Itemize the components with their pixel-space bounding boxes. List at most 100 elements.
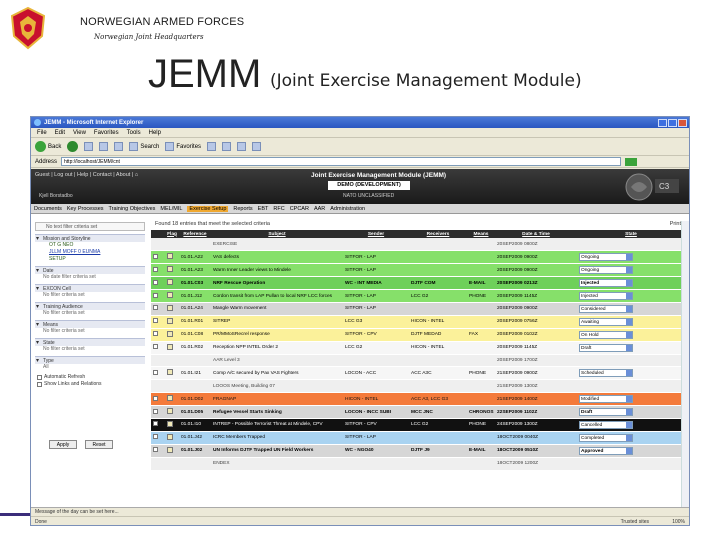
col-reference[interactable]: Reference bbox=[179, 230, 211, 238]
document-icon[interactable] bbox=[167, 330, 173, 337]
table-row[interactable]: 01.01.C03 NRF Rescue Operation WC - INT ME… bbox=[151, 276, 685, 291]
table-row[interactable]: AAR Level 3 20SEP2009 1700Z bbox=[151, 354, 685, 368]
document-icon[interactable] bbox=[167, 266, 173, 273]
header-nav-links[interactable]: Guest | Log out | Help | Contact | About… bbox=[35, 172, 138, 178]
table-row[interactable]: 01.01.I21 Comp A/C secured by Pax VAS Fig… bbox=[151, 366, 685, 381]
print-icon[interactable] bbox=[237, 142, 247, 151]
document-icon[interactable] bbox=[167, 343, 173, 350]
state-dropdown[interactable]: Scheduled bbox=[579, 369, 633, 378]
filter-type-header[interactable]: Type bbox=[35, 356, 145, 365]
home-icon[interactable] bbox=[114, 142, 124, 151]
tab-reports[interactable]: Reports bbox=[233, 206, 252, 212]
mail-icon[interactable] bbox=[222, 142, 232, 151]
table-row[interactable]: EXERCISE 20SEP2009 0800Z bbox=[151, 238, 685, 252]
row-checkbox-box[interactable] bbox=[153, 434, 158, 440]
table-row[interactable]: 01.01.D05 Refugee Vessel Starts Sinking LO… bbox=[151, 405, 685, 419]
auto-refresh-checkbox[interactable]: Automatic Refresh bbox=[35, 374, 145, 381]
state-dropdown[interactable]: Completed bbox=[579, 433, 633, 442]
address-input[interactable]: http://localhost/JEMM/cnt bbox=[61, 157, 622, 166]
document-icon[interactable] bbox=[167, 304, 173, 311]
folder-icon[interactable] bbox=[252, 142, 262, 151]
tree-item[interactable]: OT G NEO bbox=[35, 242, 145, 249]
show-links-checkbox[interactable]: Show Links and Relations bbox=[35, 381, 145, 388]
tree-item-selected[interactable]: JLLM MOFF 0 EUNMA bbox=[35, 249, 145, 256]
vertical-scrollbar[interactable] bbox=[681, 221, 689, 525]
go-button[interactable] bbox=[625, 157, 638, 166]
mission-storyline-header[interactable]: Mission and Storyline bbox=[35, 234, 145, 243]
tab-exercise-setup[interactable]: Exercise Setup bbox=[187, 205, 229, 212]
row-checkbox-box[interactable] bbox=[153, 344, 158, 350]
state-dropdown[interactable]: Ongoing bbox=[579, 253, 633, 262]
row-checkbox-box[interactable] bbox=[153, 292, 158, 298]
tab-mel-mil[interactable]: MEL/MIL bbox=[160, 206, 182, 212]
search-button[interactable]: Search bbox=[129, 142, 159, 151]
document-icon[interactable] bbox=[167, 408, 173, 415]
stop-icon[interactable] bbox=[84, 142, 94, 151]
table-row[interactable]: 01.01.J02 UN Informs DJTF Trapped UN Fiel… bbox=[151, 444, 685, 458]
col-subject[interactable]: Subject bbox=[211, 230, 343, 238]
minimize-button[interactable] bbox=[658, 118, 667, 127]
filter-date-header[interactable]: Date bbox=[35, 266, 145, 275]
table-row[interactable]: 01.01.J42 ICRC Members Trapped SITFOR - LA… bbox=[151, 431, 685, 445]
table-row[interactable]: 01.01.R02 Reception NPP INTEL Order 2 LCC … bbox=[151, 341, 685, 355]
row-checkbox-box[interactable] bbox=[153, 369, 158, 375]
table-row[interactable]: 01.01.A22 VAS defects SITFOR - LAP 20SEP200… bbox=[151, 250, 685, 265]
menu-edit[interactable]: Edit bbox=[55, 130, 65, 136]
tab-cpcar[interactable]: CPCAR bbox=[290, 206, 309, 212]
table-row[interactable]: 01.01.J12 Cordon transit from LAP Pullan … bbox=[151, 289, 685, 303]
table-row[interactable]: 01.01.C08 PR/MMoSRecrel response SITFOR - … bbox=[151, 328, 685, 342]
col-date-time[interactable]: Date & Time bbox=[495, 230, 577, 238]
document-icon[interactable] bbox=[167, 433, 173, 440]
filter-means-header[interactable]: Means bbox=[35, 320, 145, 329]
row-checkbox-box[interactable] bbox=[153, 253, 158, 259]
filter-training-header[interactable]: Training Audience bbox=[35, 302, 145, 311]
document-icon[interactable] bbox=[167, 369, 173, 376]
menu-tools[interactable]: Tools bbox=[127, 130, 141, 136]
close-button[interactable] bbox=[678, 118, 687, 127]
row-checkbox-box[interactable] bbox=[153, 318, 158, 324]
zoom-level[interactable]: 100% bbox=[672, 517, 685, 525]
table-row[interactable]: 01.01.D02 FRAGNAP HICON - INTEL ACC A3, LCC… bbox=[151, 392, 685, 407]
state-dropdown[interactable]: Draft bbox=[579, 408, 633, 417]
tab-ebt[interactable]: EBT bbox=[258, 206, 269, 212]
tab-aar[interactable]: AAR bbox=[314, 206, 325, 212]
state-dropdown[interactable]: Injected bbox=[579, 292, 633, 300]
row-checkbox-box[interactable] bbox=[153, 279, 158, 285]
favorites-button[interactable]: Favorites bbox=[165, 142, 201, 151]
row-checkbox-box[interactable] bbox=[153, 447, 158, 453]
row-checkbox-box[interactable] bbox=[153, 331, 158, 337]
document-icon[interactable] bbox=[167, 420, 173, 427]
state-dropdown[interactable]: Considered bbox=[579, 304, 633, 313]
document-icon[interactable] bbox=[167, 317, 173, 324]
col-receivers[interactable]: Receivers bbox=[409, 230, 467, 238]
document-icon[interactable] bbox=[167, 253, 173, 260]
row-checkbox-box[interactable] bbox=[153, 408, 158, 414]
filter-excon-header[interactable]: EXCON Cell bbox=[35, 284, 145, 293]
menu-view[interactable]: View bbox=[73, 130, 86, 136]
state-dropdown[interactable]: Injected bbox=[579, 279, 633, 288]
col-state[interactable]: State bbox=[577, 230, 685, 238]
menu-favorites[interactable]: Favorites bbox=[94, 130, 119, 136]
menu-help[interactable]: Help bbox=[149, 130, 161, 136]
user-name[interactable]: Kjell Borstadbo bbox=[39, 193, 73, 199]
col-sender[interactable]: Sender bbox=[343, 230, 409, 238]
state-dropdown[interactable]: Awaiting bbox=[579, 317, 633, 326]
document-icon[interactable] bbox=[167, 446, 173, 453]
state-dropdown[interactable]: Cancelled bbox=[579, 420, 633, 429]
history-icon[interactable] bbox=[207, 142, 217, 151]
state-dropdown[interactable]: Draft bbox=[579, 343, 633, 352]
col-flag[interactable]: Flag bbox=[165, 230, 179, 238]
maximize-button[interactable] bbox=[668, 118, 677, 127]
table-row[interactable]: 01.01.A24 Mangle Warm movement SITFOR - LA… bbox=[151, 302, 685, 316]
state-dropdown[interactable]: Approved bbox=[579, 446, 633, 455]
tab-training-objectives[interactable]: Training Objectives bbox=[109, 206, 156, 212]
table-row[interactable]: 01.01.R01 SITREP LCC G3 HICON - INTEL 20SEP2… bbox=[151, 315, 685, 329]
state-dropdown[interactable]: Modified bbox=[579, 395, 633, 404]
document-icon[interactable] bbox=[167, 292, 173, 298]
menu-file[interactable]: File bbox=[37, 130, 47, 136]
row-checkbox-box[interactable] bbox=[153, 395, 158, 401]
col-means[interactable]: Means bbox=[467, 230, 495, 238]
row-checkbox-box[interactable] bbox=[153, 421, 158, 427]
print-link[interactable]: Print bbox=[670, 218, 681, 230]
tab-key-processes[interactable]: Key Processes bbox=[67, 206, 104, 212]
